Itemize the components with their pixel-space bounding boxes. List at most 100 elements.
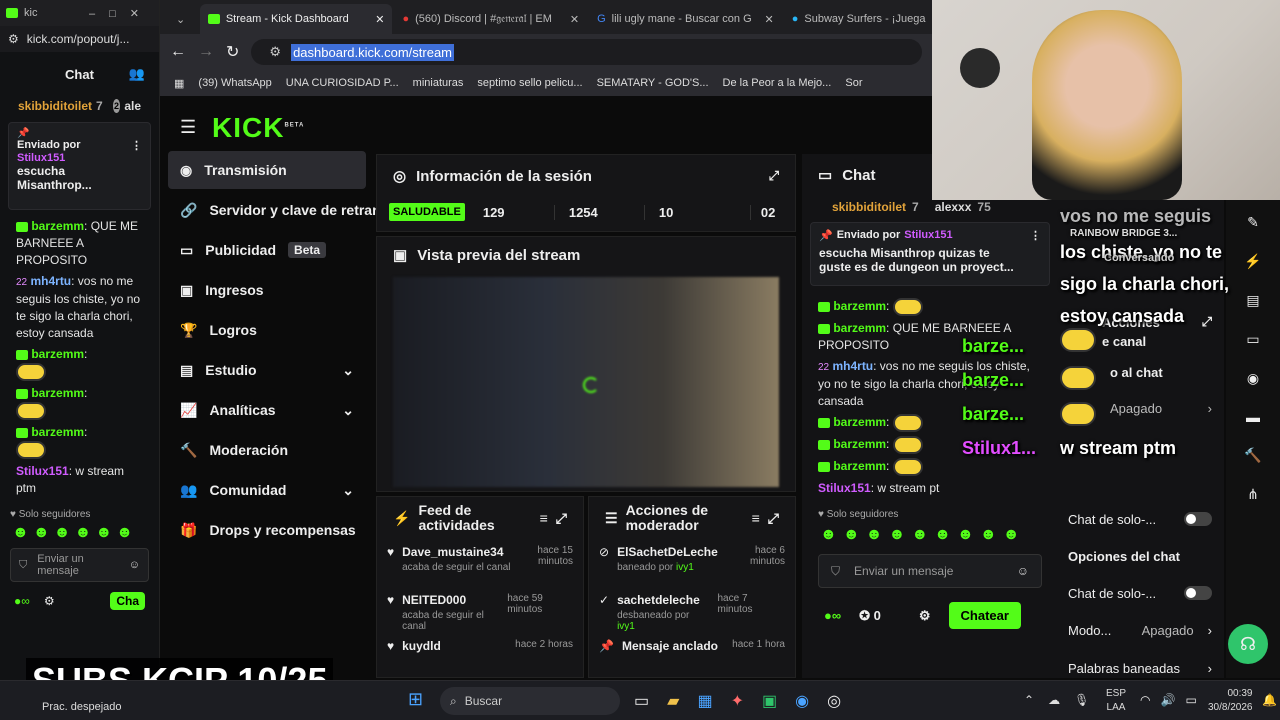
tab-menu-icon[interactable]: ⌄ [168, 4, 198, 34]
window-controls-icon[interactable]: –□✕ [89, 7, 153, 20]
sidebar-item-servidor[interactable]: 🔗 Servidor y clave de retransmisión [168, 191, 378, 229]
tab-discord[interactable]: ● (560) Discord | #𝔤𝔢𝔫𝔢𝔯𝔞𝔩 | EM ✕ [394, 4, 587, 34]
bookmark-item[interactable]: De la Peor a la Mejo... [723, 77, 832, 89]
msg-user[interactable]: Stilux151 [818, 481, 871, 495]
feed-user[interactable]: kuydld [402, 639, 441, 653]
chat-input[interactable]: ⛉ Enviar un mensaje ☺ [818, 554, 1042, 588]
close-icon[interactable]: ✕ [375, 13, 384, 26]
bookmark-item[interactable]: SEMATARY - GOD'S... [597, 77, 709, 89]
weather-text[interactable]: Prac. despejado [42, 701, 122, 713]
card-icon[interactable]: ▬ [1246, 409, 1260, 425]
apps-icon[interactable]: ▦ [174, 77, 184, 90]
chevron-up-icon[interactable]: ⌃ [1024, 693, 1034, 707]
bookmark-item[interactable]: UNA CURIOSIDAD P... [286, 77, 399, 89]
pinned-menu-icon[interactable]: ⋮ [1030, 229, 1041, 242]
share-icon[interactable]: ⋔ [1247, 486, 1259, 503]
points-icon[interactable]: ●∞ [14, 594, 30, 608]
emoji-icon[interactable]: ☺ [129, 559, 140, 571]
reload-icon[interactable]: ↻ [226, 42, 239, 62]
cloud-icon[interactable]: ☁ [1048, 693, 1060, 707]
sidebar-item-ingresos[interactable]: ▣ Ingresos [168, 271, 366, 309]
hamburger-icon[interactable]: ☰ [180, 117, 196, 138]
headset-icon[interactable]: ☊ [1228, 624, 1268, 664]
gear-icon[interactable]: ⚙ [44, 594, 55, 608]
expand-icon[interactable]: ⤢ [769, 168, 779, 184]
chrome-icon[interactable]: ◉ [795, 691, 809, 711]
tab-subway[interactable]: ● Subway Surfers - ¡Juega [784, 4, 932, 34]
points-icon[interactable]: ●∞ [824, 608, 841, 623]
obs-icon[interactable]: ◎ [827, 691, 841, 711]
users-icon[interactable]: 👥 [129, 66, 145, 82]
site-settings-icon[interactable]: ⚙ [8, 32, 19, 46]
emote-bar[interactable]: ☻☻☻☻☻☻☻☻☻ [802, 524, 1058, 546]
bookmark-item[interactable]: (39) WhatsApp [198, 77, 271, 89]
expand-icon[interactable]: ⤢ [556, 510, 567, 526]
popout-chat-input[interactable]: ⛉ Enviar un mensaje ☺ [10, 548, 149, 582]
bookmark-item[interactable]: septimo sello pelicu... [477, 77, 582, 89]
msg-user[interactable]: mh4rtu [832, 359, 873, 373]
language-indicator[interactable]: ESP LAA [1106, 687, 1126, 715]
setting-row[interactable]: Modo... Apagado › [1068, 610, 1212, 650]
msg-user[interactable]: barzemm [833, 299, 886, 313]
setting-row[interactable]: Chat de solo-... [1068, 502, 1212, 536]
feed-user[interactable]: Dave_mustaine34 [402, 545, 510, 559]
msg-user[interactable]: barzemm [833, 437, 886, 451]
sidebar-item-moderacion[interactable]: 🔨 Moderación [168, 431, 366, 469]
tab-kick-dashboard[interactable]: Stream - Kick Dashboard ✕ [199, 4, 393, 34]
filter-icon[interactable]: ≡ [752, 510, 760, 526]
chat-send-button[interactable]: Chatear [948, 602, 1021, 629]
toggle-switch[interactable] [1184, 512, 1212, 526]
sidebar-item-publicidad[interactable]: ▭ Publicidad Beta [168, 231, 366, 269]
emote-bar[interactable]: ☻☻☻☻☻☻ [0, 524, 159, 542]
store-icon[interactable]: ▦ [697, 691, 712, 711]
msg-user[interactable]: barzemm [31, 219, 84, 233]
task-view-icon[interactable]: ▭ [634, 691, 649, 711]
pinned-user[interactable]: Stilux151 [904, 229, 952, 242]
msg-user[interactable]: barzemm [31, 386, 84, 400]
msg-user[interactable]: mh4rtu [30, 274, 71, 288]
copilot-icon[interactable]: ✦ [731, 691, 744, 711]
msg-user[interactable]: barzemm [31, 425, 84, 439]
sidebar-item-analiticas[interactable]: 📈 Analíticas ⌄ [168, 391, 366, 429]
msg-user[interactable]: barzemm [833, 415, 886, 429]
mod-user[interactable]: Mensaje anclado [622, 639, 718, 653]
msg-user[interactable]: barzemm [833, 459, 886, 473]
mod-user[interactable]: sachetdeleche [617, 593, 709, 607]
kick-logo[interactable]: KICKBETA [212, 112, 304, 144]
preview-video[interactable] [393, 277, 779, 487]
excel-icon[interactable]: ▣ [762, 691, 777, 711]
sidebar-item-estudio[interactable]: ▤ Estudio ⌄ [168, 351, 366, 389]
msg-user[interactable]: barzemm [31, 347, 84, 361]
url-field[interactable]: ⚙ dashboard.kick.com/stream [251, 39, 922, 65]
popout-url-bar[interactable]: ⚙ kick.com/popout/j... [0, 26, 159, 52]
popout-send-button[interactable]: Cha [110, 592, 145, 610]
setting-row[interactable]: Chat de solo-... [1068, 576, 1212, 610]
mod-by[interactable]: ivy1 [676, 562, 694, 573]
toggle-switch[interactable] [1184, 586, 1212, 600]
volume-icon[interactable]: 🔊 [1160, 693, 1175, 707]
back-icon[interactable]: ← [170, 43, 186, 61]
msg-user[interactable]: Stilux151 [16, 464, 69, 478]
sidebar-item-drops[interactable]: 🎁 Drops y recompensas [168, 511, 366, 549]
message-icon[interactable]: ▭ [1246, 331, 1259, 348]
sidebar-item-transmision[interactable]: ◉ Transmisión [168, 151, 366, 189]
wifi-icon[interactable]: ◠ [1140, 693, 1150, 707]
forward-icon[interactable]: → [198, 43, 214, 61]
filter-icon[interactable]: ≡ [540, 510, 548, 526]
emoji-icon[interactable]: ☺ [1017, 564, 1029, 578]
pinned-menu-icon[interactable]: ⋮ [131, 139, 142, 152]
chat-pinned-message[interactable]: 📌 Enviado por Stilux151 ⋮ escucha Misanthro… [810, 222, 1050, 286]
record-icon[interactable]: ◉ [1247, 370, 1259, 387]
edit-icon[interactable]: ✎ [1247, 214, 1259, 231]
gear-icon[interactable]: ⚙ [919, 608, 931, 624]
windows-start-icon[interactable]: ⊞ [408, 689, 423, 710]
bookmark-item[interactable]: Sor [845, 77, 862, 89]
feed-user[interactable]: NEITED000 [402, 593, 499, 607]
tab-google[interactable]: Glili ugly mane - Buscar con G ✕ [589, 4, 782, 34]
expand-icon[interactable]: ⤢ [768, 510, 779, 526]
sidebar-item-logros[interactable]: 🏆 Logros [168, 311, 366, 349]
hammer-icon[interactable]: 🔨 [1244, 447, 1261, 464]
mod-user[interactable]: ElSachetDeLeche [617, 545, 718, 559]
sidebar-item-comunidad[interactable]: 👥 Comunidad ⌄ [168, 471, 366, 509]
folder-icon[interactable]: ▰ [667, 691, 679, 711]
